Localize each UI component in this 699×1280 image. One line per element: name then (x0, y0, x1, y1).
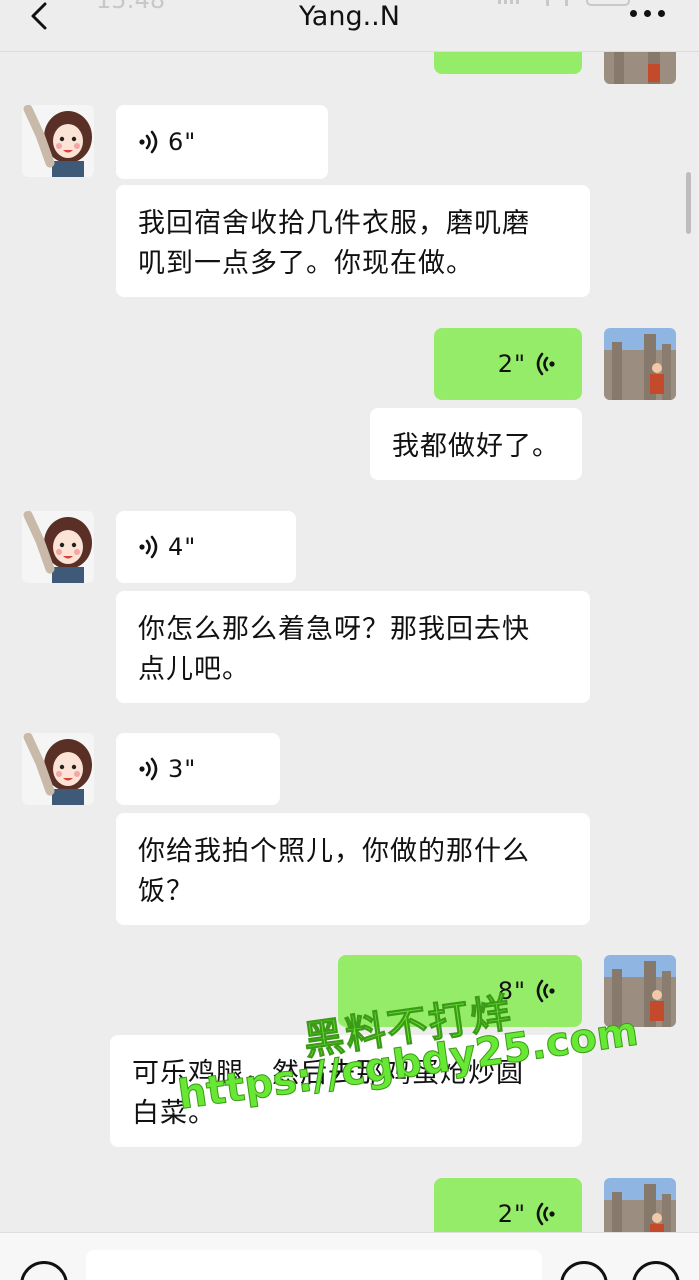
message-line: 我回宿舍收拾几件衣服，磨叽磨 (138, 208, 530, 239)
avatar-contact[interactable] (22, 733, 94, 805)
message-input[interactable] (86, 1250, 542, 1280)
voice-wave-icon (139, 130, 158, 154)
avatar-self[interactable] (604, 1178, 676, 1232)
voice-duration: 6" (168, 128, 197, 156)
voice-wave-icon (139, 757, 158, 781)
voice-message-outgoing[interactable]: 8" (338, 955, 582, 1027)
message-line: 你怎么那么着急呀？那我回去快 (138, 614, 530, 645)
message-line: 你给我拍个照儿，你做的那什么 (138, 836, 530, 867)
voice-wave-icon (536, 979, 555, 1003)
voice-duration: 2" (497, 350, 526, 378)
avatar-castle-image (604, 328, 676, 400)
voice-message-incoming[interactable]: 4" (116, 511, 296, 583)
voice-message-incoming[interactable]: 3" (116, 733, 280, 805)
message-line: 饭？ (138, 876, 194, 907)
voice-duration: 2" (497, 1200, 526, 1228)
text-message-outgoing[interactable]: 我都做好了。 (370, 408, 582, 480)
avatar-self[interactable] (604, 328, 676, 400)
avatar-girl-image (22, 733, 94, 805)
voice-wave-icon (536, 1202, 555, 1226)
avatar-contact[interactable] (22, 105, 94, 177)
voice-input-toggle[interactable] (20, 1261, 68, 1280)
avatar-self[interactable] (604, 955, 676, 1027)
message-line: 白菜。 (132, 1098, 216, 1129)
avatar-castle-image (604, 52, 676, 84)
voice-message-outgoing[interactable]: 2" (434, 328, 582, 400)
message-list[interactable]: 6" 我回宿舍收拾几件衣服，磨叽磨 叽到一点多了。你现在做。 2" 我都做好了。 (0, 52, 699, 1232)
message-line: 可乐鸡腿，然后去那鸡蛋炝炒圆 (132, 1058, 524, 1089)
voice-wave-icon (139, 535, 158, 559)
voice-message-incoming[interactable]: 6" (116, 105, 328, 179)
voice-duration: 4" (168, 533, 197, 561)
plus-button[interactable] (632, 1261, 680, 1280)
avatar-girl-image (22, 105, 94, 177)
avatar-self[interactable] (604, 52, 676, 84)
text-message-outgoing[interactable]: 可乐鸡腿，然后去那鸡蛋炝炒圆 白菜。 (110, 1035, 582, 1147)
voice-duration: 8" (497, 977, 526, 1005)
chat-header: 15:48 Yang..N (0, 0, 699, 52)
message-line: 点儿吧。 (138, 654, 250, 685)
emoji-button[interactable] (560, 1261, 608, 1280)
avatar-girl-image (22, 511, 94, 583)
input-toolbar (0, 1232, 699, 1280)
avatar-castle-image (604, 955, 676, 1027)
voice-message-outgoing[interactable]: 2" (434, 1178, 582, 1232)
message-line: 我都做好了。 (392, 431, 560, 462)
voice-wave-icon (536, 352, 555, 376)
text-message-incoming[interactable]: 你给我拍个照儿，你做的那什么 饭？ (116, 813, 590, 925)
text-message-incoming[interactable]: 你怎么那么着急呀？那我回去快 点儿吧。 (116, 591, 590, 703)
more-dots-icon (630, 10, 637, 17)
text-message-incoming[interactable]: 我回宿舍收拾几件衣服，磨叽磨 叽到一点多了。你现在做。 (116, 185, 590, 297)
message-line: 叽到一点多了。你现在做。 (138, 248, 474, 279)
avatar-contact[interactable] (22, 511, 94, 583)
voice-duration: 3" (168, 755, 197, 783)
avatar-castle-image (604, 1178, 676, 1232)
scrollbar[interactable] (686, 172, 691, 234)
more-button[interactable] (628, 10, 668, 20)
voice-message-outgoing[interactable] (434, 52, 582, 74)
chat-title: Yang..N (299, 1, 400, 32)
